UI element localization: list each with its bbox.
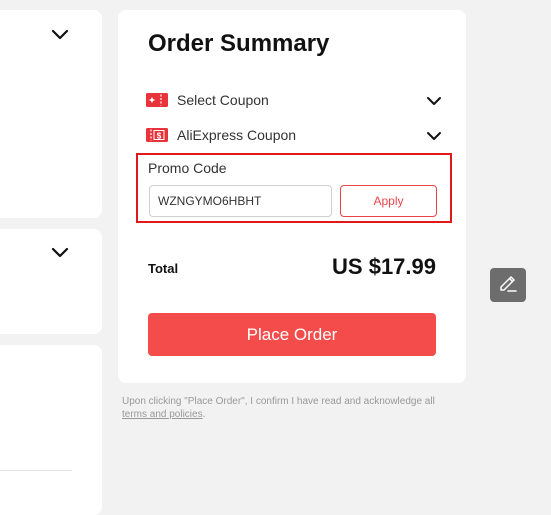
place-order-button[interactable]: Place Order [148,313,436,356]
chevron-down-icon[interactable] [50,28,70,42]
terms-link[interactable]: terms and policies [122,409,203,420]
disclaimer-suffix: . [202,409,206,420]
select-coupon-row[interactable]: Select Coupon [146,88,442,112]
order-summary-title: Order Summary [148,30,330,57]
edit-button[interactable] [490,268,526,302]
promo-code-section: Promo Code Apply [136,153,452,223]
promo-code-input[interactable] [149,185,332,217]
left-section-card-1 [0,10,102,218]
chevron-down-icon[interactable] [50,246,70,260]
left-section-card-3 [0,345,102,515]
disclaimer-text: Upon clicking "Place Order", I confirm I… [122,396,435,407]
divider [0,470,72,471]
svg-text:$: $ [157,131,162,140]
aliexpress-coupon-label: AliExpress Coupon [177,127,297,143]
left-section-card-2 [0,229,102,334]
total-label: Total [148,261,179,276]
aliexpress-coupon-row[interactable]: $ AliExpress Coupon [146,123,442,147]
apply-button[interactable]: Apply [340,185,437,217]
promo-code-label: Promo Code [148,160,227,176]
chevron-down-icon[interactable] [426,129,442,141]
select-coupon-label: Select Coupon [177,92,269,108]
order-disclaimer: Upon clicking "Place Order", I confirm I… [122,395,467,421]
order-summary-card: Order Summary Select Coupon $ AliExpress… [118,10,466,383]
total-value: US $17.99 [332,254,436,279]
coupon-ticket-icon [146,93,168,107]
chevron-down-icon[interactable] [426,94,442,106]
pencil-edit-icon [497,272,519,299]
dollar-ticket-icon: $ [146,128,168,142]
